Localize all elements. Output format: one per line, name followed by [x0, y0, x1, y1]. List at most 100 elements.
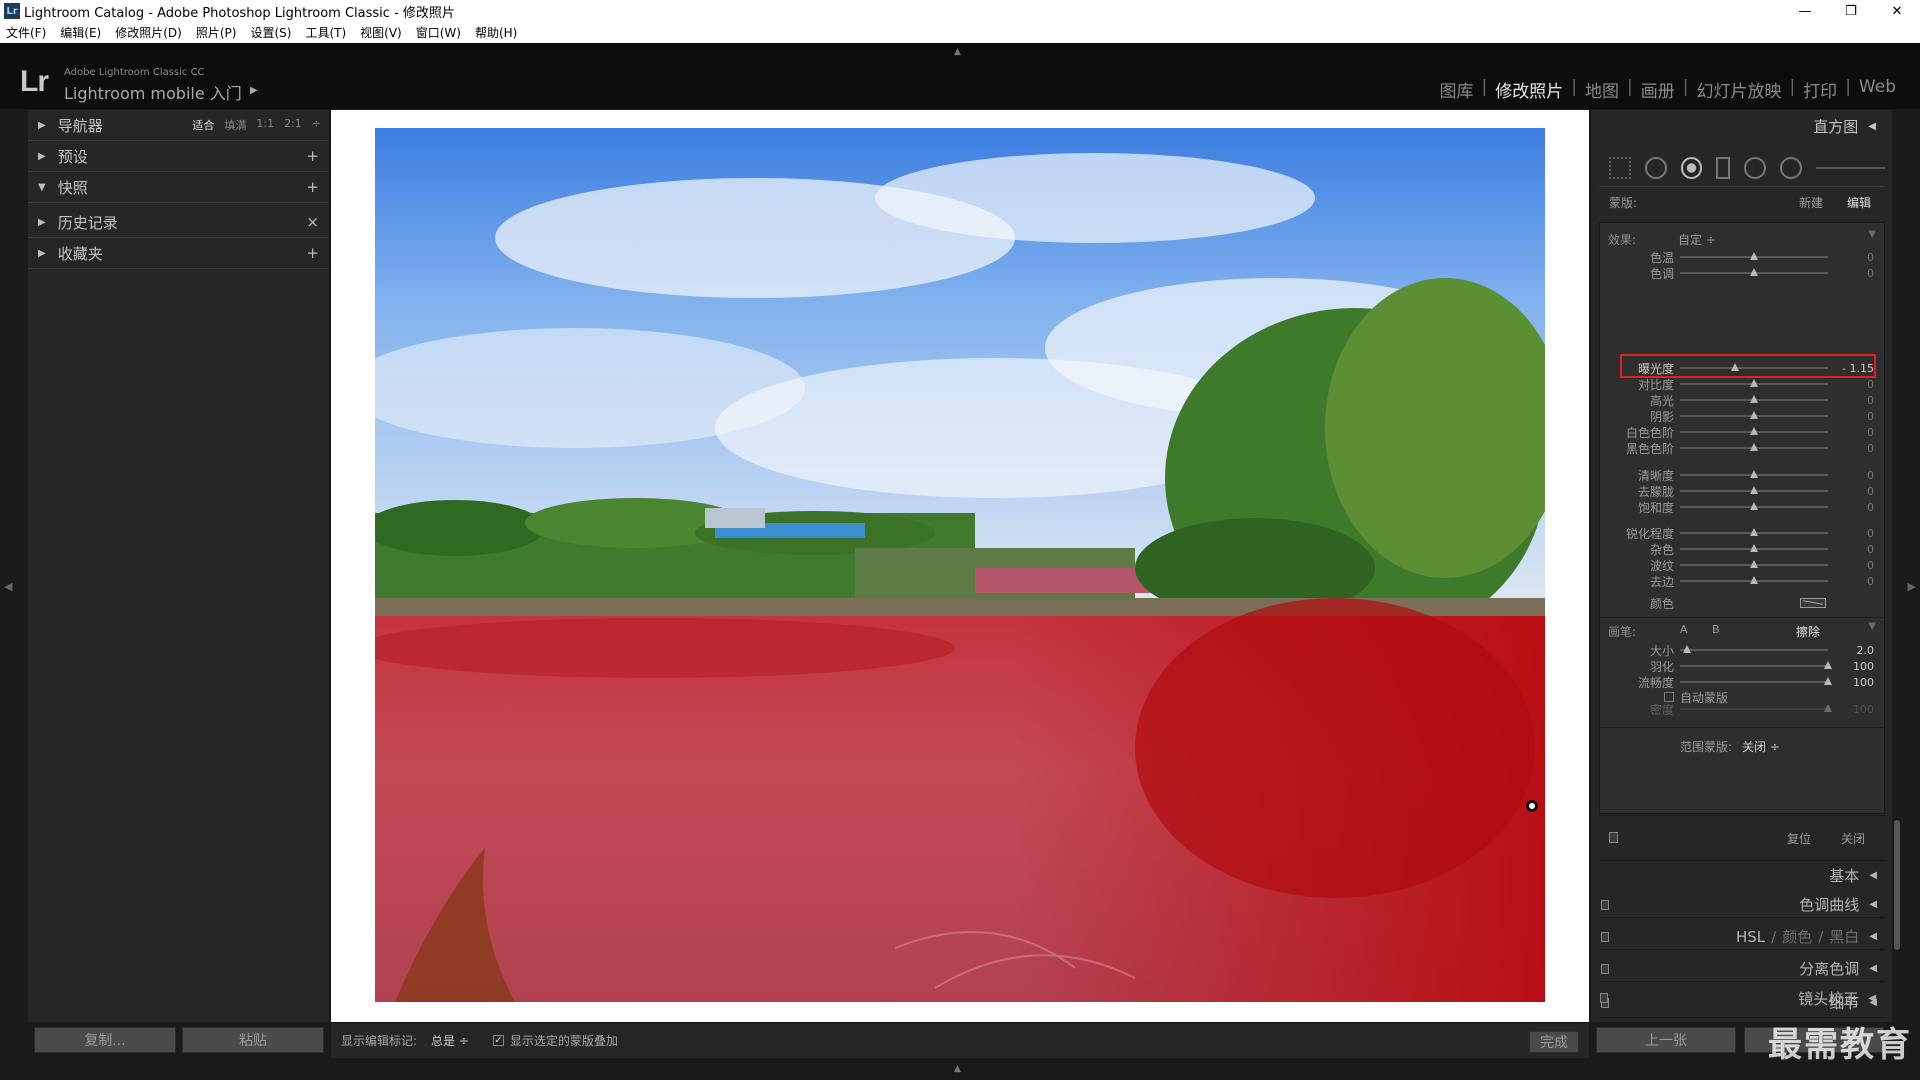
collapse-bottom-panel-icon[interactable]: ▲ [954, 1064, 961, 1074]
module-slideshow[interactable]: 幻灯片放映 [1688, 77, 1789, 102]
section-tone-curve[interactable]: 色调曲线 ◀ [1599, 892, 1885, 918]
module-book[interactable]: 画册 [1633, 77, 1683, 102]
slider-thumb[interactable] [1750, 470, 1758, 478]
collapse-top-panel-icon[interactable]: ▲ [954, 47, 961, 57]
slider-track[interactable] [1680, 576, 1828, 584]
zoom-2-1[interactable]: 2:1 [284, 117, 302, 133]
presets-header[interactable]: ▶ 预设 + [28, 141, 329, 172]
slider-thumb[interactable] [1750, 395, 1758, 403]
done-button[interactable]: 完成 [1529, 1031, 1579, 1053]
slider-value[interactable]: 0 [1867, 378, 1874, 391]
slider-value[interactable]: 100 [1853, 676, 1874, 689]
slider-track[interactable] [1680, 486, 1828, 494]
add-preset-button[interactable]: + [306, 147, 319, 165]
tool-strip-slider[interactable] [1815, 167, 1885, 169]
slider-value[interactable]: 0 [1867, 485, 1874, 498]
slider-value[interactable]: 0 [1867, 575, 1874, 588]
slider-thumb[interactable] [1750, 560, 1758, 568]
slider-value[interactable]: 0 [1867, 501, 1874, 514]
slider-value[interactable]: 0 [1867, 251, 1874, 264]
slider-thumb[interactable] [1750, 576, 1758, 584]
menu-edit[interactable]: 编辑(E) [60, 24, 101, 41]
slider-thumb[interactable] [1750, 443, 1758, 451]
slider-track[interactable] [1680, 528, 1828, 536]
slider-value[interactable]: 0 [1867, 469, 1874, 482]
slider-value[interactable]: 0 [1867, 527, 1874, 540]
slider-value[interactable]: 0 [1867, 267, 1874, 280]
slider-track[interactable] [1680, 645, 1828, 653]
slider-track[interactable] [1680, 379, 1828, 387]
menu-settings[interactable]: 设置(S) [250, 24, 291, 41]
section-bw-label[interactable]: 黑白 [1829, 926, 1859, 947]
module-library[interactable]: 图库 [1432, 77, 1482, 102]
slider-track[interactable] [1680, 443, 1828, 451]
slider-thumb[interactable] [1824, 661, 1832, 669]
slider-thumb[interactable] [1750, 427, 1758, 435]
slider-track[interactable] [1680, 268, 1828, 276]
section-split-toning[interactable]: 分离色调 ◀ [1599, 956, 1885, 982]
collections-header[interactable]: ▶ 收藏夹 + [28, 238, 329, 269]
red-eye-icon[interactable] [1680, 157, 1703, 179]
add-collection-button[interactable]: + [306, 244, 319, 262]
zoom-stepper-icon[interactable]: ÷ [312, 117, 321, 133]
slider-value[interactable]: 0 [1867, 426, 1874, 439]
mask-new-button[interactable]: 新建 [1799, 194, 1823, 211]
brush-collapse-icon[interactable]: ▼ [1868, 621, 1876, 632]
slider-value[interactable]: 0 [1867, 442, 1874, 455]
module-web[interactable]: Web [1851, 77, 1904, 102]
adjustment-brush-icon[interactable] [1780, 157, 1802, 179]
mask-edit-button[interactable]: 编辑 [1847, 194, 1871, 211]
slider-value[interactable]: 0 [1867, 394, 1874, 407]
close-brush-button[interactable]: 关闭 [1841, 830, 1865, 847]
slider-value[interactable]: 0 [1867, 410, 1874, 423]
slider-thumb[interactable] [1750, 268, 1758, 276]
minimize-button[interactable]: — [1782, 0, 1828, 22]
section-basic[interactable]: 基本 ◀ [1599, 860, 1885, 890]
identity-plate-mobile[interactable]: Lightroom mobile 入门 [64, 80, 242, 104]
section-toggle-switch[interactable] [1601, 963, 1609, 974]
menu-file[interactable]: 文件(F) [6, 24, 46, 41]
history-header[interactable]: ▶ 历史记录 × [28, 207, 329, 238]
effect-collapse-icon[interactable]: ▼ [1868, 229, 1876, 240]
density-slider[interactable] [1680, 704, 1832, 712]
show-edit-pins-select[interactable]: 总是 ÷ [431, 1032, 469, 1049]
close-button[interactable]: ✕ [1874, 0, 1920, 22]
brush-a-button[interactable]: A [1680, 623, 1688, 636]
brush-b-button[interactable]: B [1712, 623, 1720, 636]
slider-thumb[interactable] [1824, 677, 1832, 685]
collapse-left-panel-icon[interactable]: ◀ [4, 580, 12, 593]
restore-button[interactable]: ❐ [1828, 0, 1874, 22]
slider-track[interactable] [1680, 252, 1828, 260]
slider-track[interactable] [1680, 502, 1828, 510]
graduated-filter-icon[interactable] [1716, 157, 1731, 179]
section-toggle-switch[interactable] [1600, 993, 1608, 1003]
copy-settings-button[interactable]: 复制... [34, 1027, 176, 1053]
menu-help[interactable]: 帮助(H) [475, 24, 517, 41]
slider-track[interactable] [1680, 427, 1828, 435]
slider-track[interactable] [1680, 560, 1828, 568]
slider-track[interactable] [1680, 661, 1832, 669]
exposure-value[interactable]: - 1.15 [1842, 362, 1874, 375]
clear-history-button[interactable]: × [306, 213, 319, 231]
exposure-thumb[interactable] [1730, 363, 1739, 371]
slider-value[interactable]: 0 [1867, 543, 1874, 556]
slider-track[interactable] [1680, 677, 1832, 685]
crop-overlay-icon[interactable] [1609, 157, 1631, 179]
slider-track[interactable] [1680, 411, 1828, 419]
zoom-fill[interactable]: 填满 [224, 117, 246, 133]
slider-thumb[interactable] [1750, 252, 1758, 260]
menu-view[interactable]: 视图(V) [360, 24, 402, 41]
menu-photo[interactable]: 照片(P) [196, 24, 237, 41]
zoom-fit[interactable]: 适合 [192, 117, 214, 133]
snapshots-header[interactable]: ▼ 快照 + [28, 172, 329, 203]
zoom-1-1[interactable]: 1:1 [256, 117, 274, 133]
slider-value[interactable]: 100 [1853, 660, 1874, 673]
brush-panel-toggle-switch[interactable] [1609, 832, 1618, 843]
slider-thumb[interactable] [1683, 645, 1692, 653]
slider-value[interactable]: 0 [1867, 559, 1874, 572]
slider-thumb[interactable] [1750, 379, 1758, 387]
slider-track[interactable] [1680, 544, 1828, 552]
module-develop[interactable]: 修改照片 [1487, 77, 1571, 102]
section-toggle-switch[interactable] [1601, 899, 1609, 910]
section-hsl-label[interactable]: HSL [1736, 928, 1765, 946]
